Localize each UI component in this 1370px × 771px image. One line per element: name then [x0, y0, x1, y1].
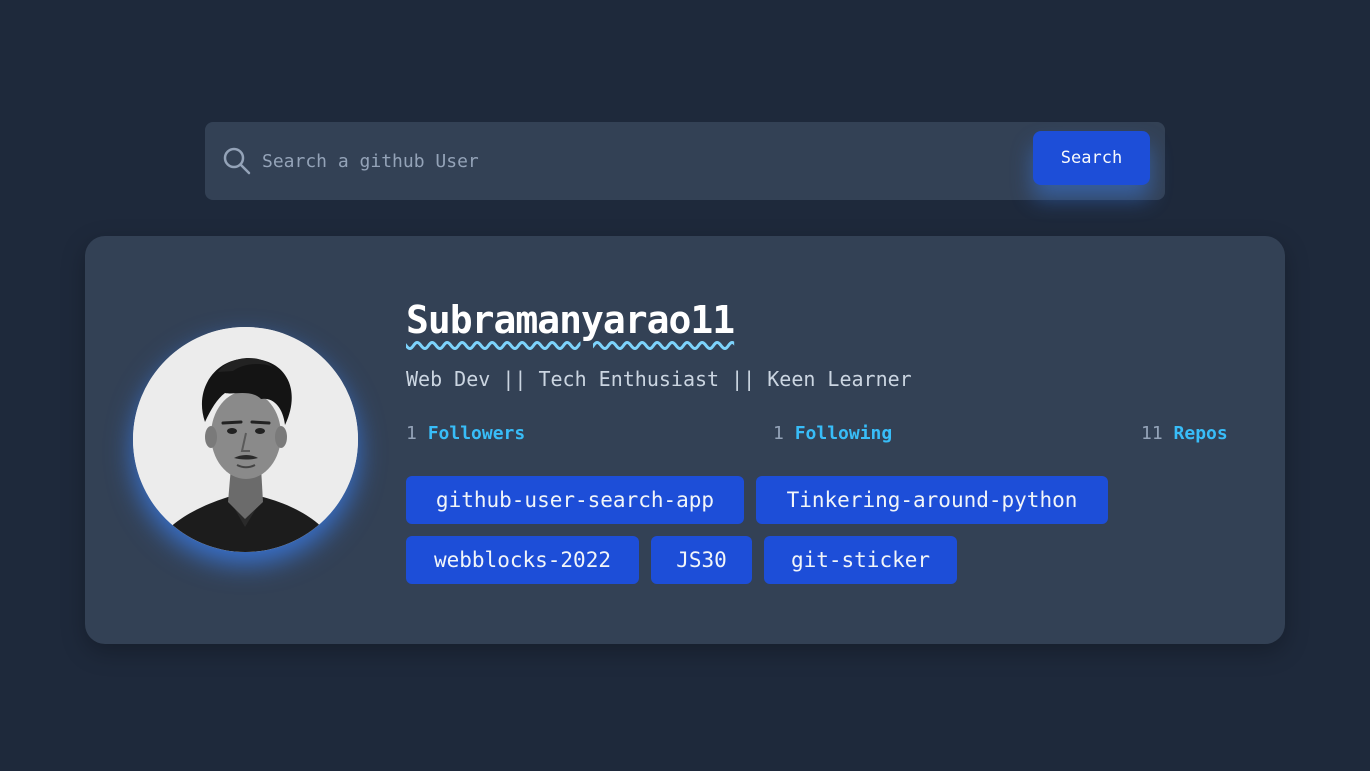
repo-link[interactable]: JS30	[651, 536, 752, 584]
avatar	[133, 327, 358, 552]
followers-stat[interactable]: 1 Followers	[406, 423, 525, 444]
search-icon	[223, 147, 251, 175]
following-count: 1	[773, 423, 784, 444]
username: Subramanyarao11	[406, 298, 735, 342]
repo-link[interactable]: git-sticker	[764, 536, 957, 584]
repos-stat[interactable]: 11 Repos	[1141, 423, 1228, 444]
repo-link[interactable]: github-user-search-app	[406, 476, 744, 524]
repos-label: Repos	[1173, 423, 1228, 444]
repo-link[interactable]: webblocks-2022	[406, 536, 639, 584]
search-button[interactable]: Search	[1033, 131, 1150, 185]
user-bio: Web Dev || Tech Enthusiast || Keen Learn…	[406, 367, 912, 391]
followers-count: 1	[406, 423, 417, 444]
repos-count: 11	[1141, 423, 1163, 444]
following-stat[interactable]: 1 Following	[773, 423, 892, 444]
search-input[interactable]	[262, 140, 1002, 182]
repo-link[interactable]: Tinkering-around-python	[756, 476, 1108, 524]
followers-label: Followers	[427, 423, 526, 444]
following-label: Following	[794, 423, 893, 444]
